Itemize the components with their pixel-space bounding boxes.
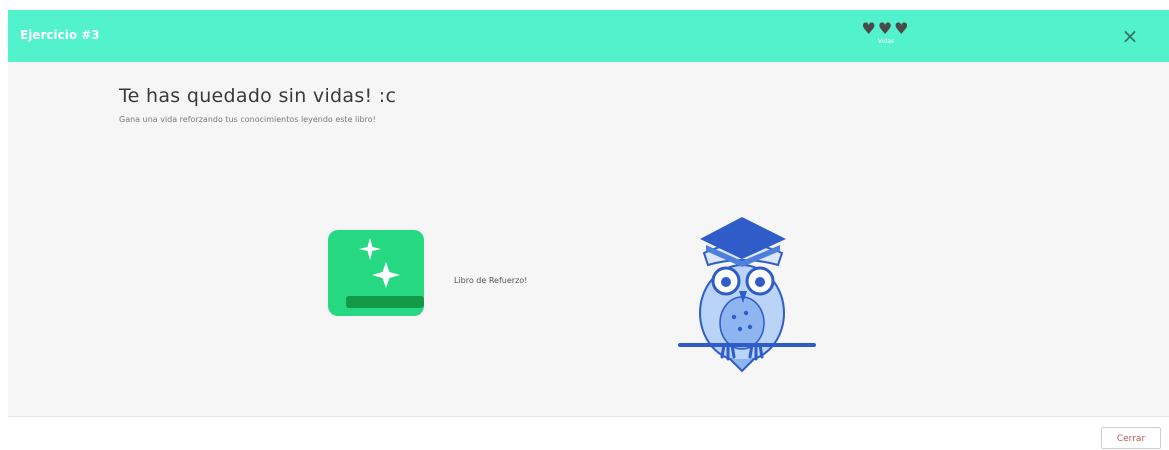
close-button[interactable]: Cerrar: [1101, 427, 1161, 449]
exercise-title: Ejercicio #3: [20, 28, 100, 42]
owl-graduate-icon: [678, 217, 816, 373]
hearts-icon: ♥♥♥: [861, 19, 911, 38]
book-label[interactable]: Libro de Refuerzo!: [454, 276, 527, 285]
lives-label: Vidas: [877, 38, 895, 45]
lives-modal: Ejercicio #3 ♥♥♥ Vidas × Te has quedado …: [8, 10, 1169, 416]
page-subtitle: Gana una vida reforzando tus conocimient…: [119, 115, 376, 124]
book-sparkle-icon[interactable]: [328, 230, 428, 322]
modal-header: Ejercicio #3 ♥♥♥ Vidas ×: [8, 10, 1169, 62]
footer-divider: [8, 416, 1169, 417]
close-icon[interactable]: ×: [1118, 24, 1142, 48]
lives-indicator: ♥♥♥ Vidas: [846, 20, 926, 52]
page-title: Te has quedado sin vidas! :c: [119, 85, 397, 107]
